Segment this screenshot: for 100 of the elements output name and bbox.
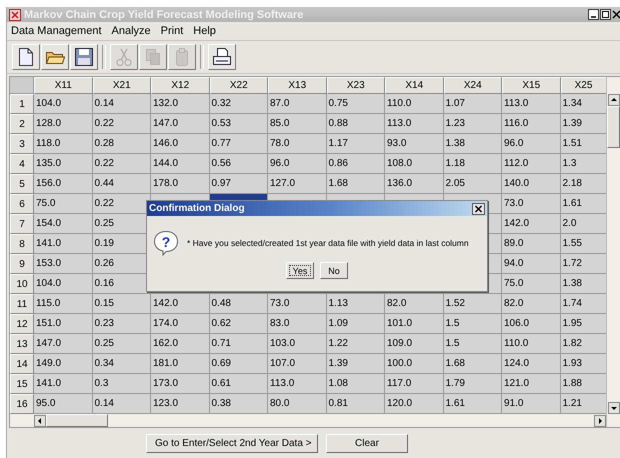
table-cell: 0.38 bbox=[210, 394, 268, 414]
row-header[interactable]: 5 bbox=[10, 174, 34, 194]
table-cell: 0.15 bbox=[92, 294, 151, 314]
toolbar-button[interactable] bbox=[208, 44, 236, 70]
row-header[interactable]: 12 bbox=[10, 314, 34, 334]
maximize-icon[interactable] bbox=[600, 9, 611, 20]
menu-item[interactable]: Print bbox=[160, 25, 184, 37]
table-cell: 144.0 bbox=[151, 154, 210, 174]
row-header[interactable]: 16 bbox=[10, 394, 34, 414]
dialog-message: * Have you selected/created 1st year data file with yield data in last column bbox=[187, 238, 469, 248]
table-cell: 110.0 bbox=[385, 94, 444, 114]
table-cell: 1.79 bbox=[444, 374, 502, 394]
table-cell: 1.22 bbox=[326, 334, 385, 354]
scroll-right-icon[interactable] bbox=[594, 414, 606, 426]
table-cell: 103.0 bbox=[268, 334, 326, 354]
action-button[interactable]: Clear bbox=[326, 434, 408, 453]
table-cell: 120.0 bbox=[385, 394, 444, 414]
scrollbar-thumb[interactable] bbox=[46, 414, 108, 427]
table-cell: 108.0 bbox=[385, 154, 444, 174]
table-cell: 73.0 bbox=[502, 194, 560, 214]
table-cell: 174.0 bbox=[151, 314, 210, 334]
row-header[interactable]: 14 bbox=[10, 354, 34, 374]
column-header[interactable]: X21 bbox=[92, 77, 151, 94]
row-header[interactable]: 9 bbox=[10, 254, 34, 274]
table-cell: 151.0 bbox=[34, 314, 92, 334]
column-header[interactable]: X23 bbox=[326, 77, 385, 94]
table-cell: 1.5 bbox=[444, 314, 502, 334]
toolbar-button[interactable] bbox=[70, 44, 98, 70]
column-header[interactable]: X12 bbox=[151, 77, 210, 94]
table-cell: 0.86 bbox=[326, 154, 385, 174]
table-cell: 124.0 bbox=[502, 354, 560, 374]
table-cell: 118.0 bbox=[34, 134, 92, 154]
scroll-down-icon[interactable] bbox=[608, 402, 620, 414]
table-cell: 181.0 bbox=[151, 354, 210, 374]
table-cell: 112.0 bbox=[502, 154, 560, 174]
column-header[interactable]: X22 bbox=[210, 77, 268, 94]
table-cell: 93.0 bbox=[385, 134, 444, 154]
column-header[interactable]: X15 bbox=[502, 77, 560, 94]
column-header[interactable]: X25 bbox=[560, 77, 606, 94]
column-header[interactable]: X14 bbox=[385, 77, 444, 94]
row-header[interactable]: 1 bbox=[10, 94, 34, 114]
table-cell: 154.0 bbox=[34, 214, 92, 234]
table-cell: 89.0 bbox=[502, 234, 560, 254]
row-header[interactable]: 10 bbox=[10, 274, 34, 294]
row-header[interactable]: 8 bbox=[10, 234, 34, 254]
table-cell: 1.07 bbox=[444, 94, 502, 114]
menu-item[interactable]: Data Management bbox=[11, 25, 102, 37]
table-cell: 0.77 bbox=[210, 134, 268, 154]
scroll-left-icon[interactable] bbox=[34, 414, 46, 426]
printer-icon bbox=[212, 48, 232, 66]
table-cell: 78.0 bbox=[268, 134, 326, 154]
table-cell: 0.14 bbox=[92, 94, 151, 114]
table-cell: 1.21 bbox=[560, 394, 606, 414]
table-cell: 94.0 bbox=[502, 254, 560, 274]
table-cell: 1.61 bbox=[444, 394, 502, 414]
table-cell: 101.0 bbox=[385, 314, 444, 334]
table-cell: 132.0 bbox=[151, 94, 210, 114]
row-header[interactable]: 15 bbox=[10, 374, 34, 394]
table-cell: 1.13 bbox=[326, 294, 385, 314]
copy-icon bbox=[145, 48, 161, 66]
toolbar-button[interactable] bbox=[41, 44, 69, 70]
column-header[interactable]: X13 bbox=[268, 77, 326, 94]
row-header[interactable]: 6 bbox=[10, 194, 34, 214]
scroll-up-icon[interactable] bbox=[608, 94, 620, 106]
row-header[interactable]: 2 bbox=[10, 114, 34, 134]
row-header[interactable]: 3 bbox=[10, 134, 34, 154]
table-cell: 0.62 bbox=[210, 314, 268, 334]
menu-item[interactable]: Analyze bbox=[112, 25, 151, 37]
action-button[interactable]: Go to Enter/Select 2nd Year Data > bbox=[146, 434, 318, 453]
table-cell: 1.74 bbox=[560, 294, 606, 314]
menu-item[interactable]: Help bbox=[193, 25, 216, 37]
table-cell: 104.0 bbox=[34, 274, 92, 294]
toolbar-button[interactable] bbox=[12, 44, 40, 70]
dialog-button[interactable]: No bbox=[320, 262, 348, 279]
document-icon bbox=[18, 48, 34, 66]
close-icon[interactable] bbox=[612, 9, 620, 20]
table-cell: 1.5 bbox=[444, 334, 502, 354]
close-icon[interactable] bbox=[472, 202, 485, 214]
table-cell: 0.44 bbox=[92, 174, 151, 194]
column-header[interactable]: X11 bbox=[34, 77, 92, 94]
row-header[interactable]: 11 bbox=[10, 294, 34, 314]
dialog-button[interactable]: Yes bbox=[286, 262, 314, 279]
table-cell: 0.25 bbox=[92, 334, 151, 354]
table-cell: 113.0 bbox=[385, 114, 444, 134]
table-cell: 1.68 bbox=[326, 174, 385, 194]
row-header[interactable]: 4 bbox=[10, 154, 34, 174]
scrollbar-thumb[interactable] bbox=[607, 106, 620, 148]
row-header[interactable]: 13 bbox=[10, 334, 34, 354]
table-cell: 1.68 bbox=[444, 354, 502, 374]
table-cell: 178.0 bbox=[151, 174, 210, 194]
folder-icon bbox=[45, 49, 65, 65]
column-header[interactable]: X24 bbox=[444, 77, 502, 94]
row-header[interactable]: 7 bbox=[10, 214, 34, 234]
table-cell: 1.39 bbox=[326, 354, 385, 374]
table-cell: 0.34 bbox=[92, 354, 151, 374]
table-cell: 96.0 bbox=[268, 154, 326, 174]
table-cell: 147.0 bbox=[34, 334, 92, 354]
minimize-icon[interactable] bbox=[588, 9, 599, 20]
table-cell: 73.0 bbox=[268, 294, 326, 314]
table-cell: 142.0 bbox=[502, 214, 560, 234]
